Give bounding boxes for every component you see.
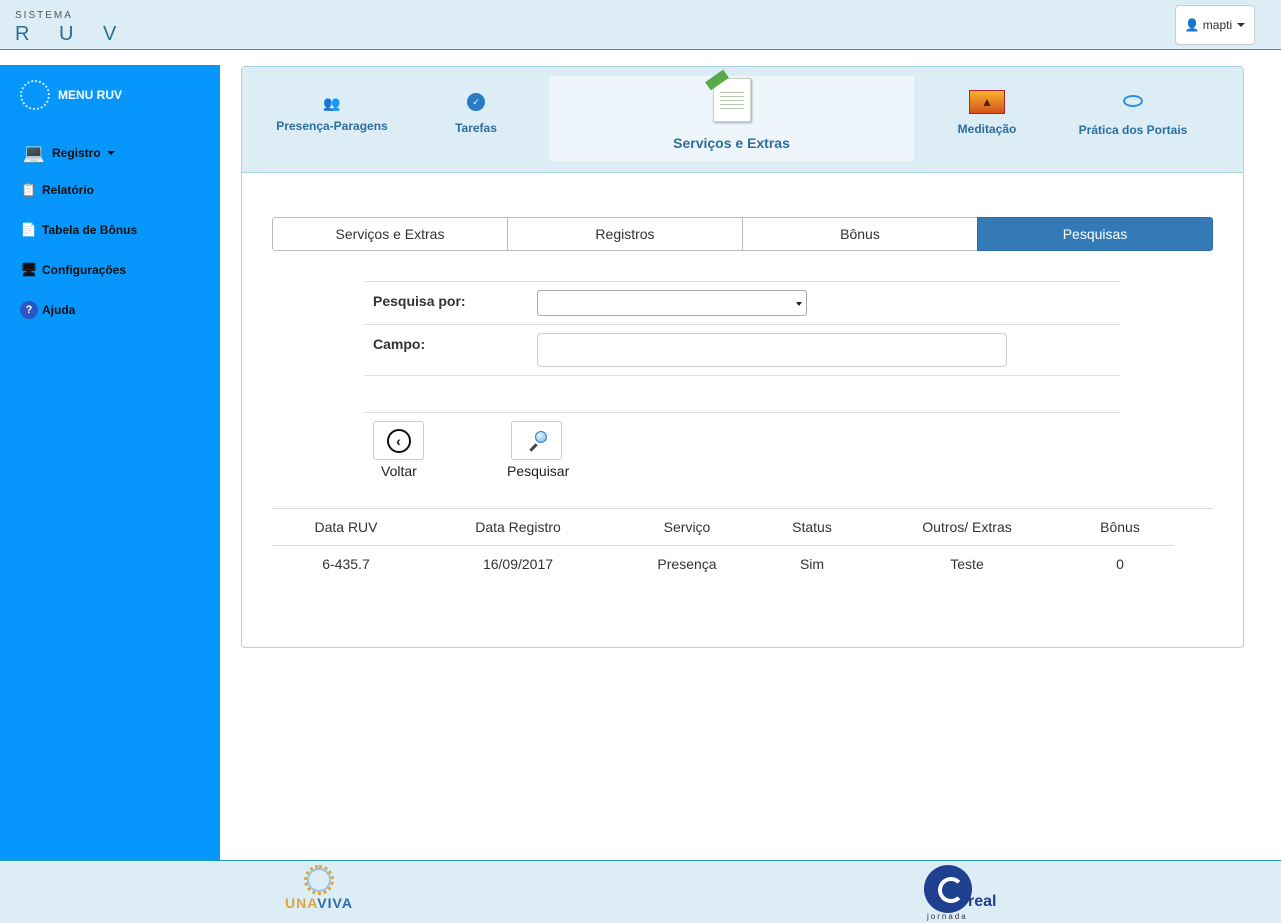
table-divider: [272, 508, 1213, 509]
system-label: SISTEMA: [15, 10, 73, 21]
table-header-divider: [272, 545, 1174, 546]
help-icon: ?: [20, 301, 38, 319]
divider: [365, 324, 1120, 325]
cell-status: Sim: [799, 556, 825, 572]
settings-icon: 🖥: [20, 262, 38, 277]
tab-bonus[interactable]: Bônus: [742, 217, 978, 251]
footer: UNAVIVA real jornada: [0, 860, 1281, 923]
back-button[interactable]: ‹: [373, 421, 424, 460]
back-label: Voltar: [381, 463, 417, 479]
user-name: mapti: [1202, 18, 1233, 32]
chevron-left-icon: ‹: [386, 428, 411, 453]
people-icon: 👥: [323, 95, 341, 111]
col-outros-extras: Outros/ Extras: [922, 519, 1012, 535]
module-nav: 👥 Presença-Paragens ✓ Tarefas Serviços e…: [242, 67, 1243, 173]
search-label: Pesquisar: [507, 463, 570, 479]
chevron-down-icon: [796, 302, 802, 306]
sidebar-item-registro[interactable]: 💻 Registro: [20, 139, 115, 167]
divider: [365, 412, 1120, 413]
nav-tarefas[interactable]: ✓ Tarefas: [436, 93, 516, 135]
divider: [365, 281, 1120, 282]
search-by-label: Pesquisa por:: [373, 293, 466, 309]
ruv-logo-icon: [20, 80, 50, 110]
field-input[interactable]: [537, 333, 1007, 367]
portal-icon: [1123, 95, 1143, 107]
logo-text-real: real: [968, 893, 997, 910]
search-icon: [527, 430, 547, 452]
tasks-icon: ✓: [467, 93, 485, 111]
tab-registros[interactable]: Registros: [507, 217, 743, 251]
nav-pratica-portais[interactable]: Prática dos Portais: [1068, 95, 1198, 137]
sidebar-item-configuracoes[interactable]: 🖥 Configurações: [20, 261, 126, 279]
document-icon: [704, 69, 751, 122]
sidebar-item-label: Configurações: [42, 263, 127, 277]
swirl-icon: [924, 865, 972, 913]
content-tabs: Serviços e Extras Registros Bônus Pesqui…: [272, 217, 1213, 251]
col-data-registro: Data Registro: [475, 519, 561, 535]
cell-bonus: 0: [1116, 556, 1124, 572]
user-computer-icon: 💻: [22, 142, 46, 163]
sidebar-item-ajuda[interactable]: ? Ajuda: [20, 301, 75, 319]
sidebar-header: MENU RUV: [20, 80, 122, 110]
logo-text-una: UNA: [285, 895, 318, 911]
sidebar-item-label: Registro: [52, 146, 101, 160]
search-button[interactable]: [511, 421, 562, 460]
cell-data-ruv: 6-435.7: [322, 556, 370, 572]
chevron-down-icon: [1237, 23, 1246, 27]
cell-data-registro: 16/09/2017: [482, 556, 554, 572]
bonus-table-icon: 📄: [20, 222, 38, 237]
sidebar-item-label: Tabela de Bônus: [42, 223, 138, 237]
sidebar-item-label: Relatório: [42, 183, 95, 197]
field-label: Campo:: [373, 336, 426, 352]
meditation-icon: ▲: [969, 90, 1005, 114]
unaviva-ring-icon: [303, 865, 334, 895]
nav-meditacao[interactable]: ▲ Meditação: [947, 90, 1027, 136]
col-status: Status: [792, 519, 832, 535]
tab-pesquisas[interactable]: Pesquisas: [977, 217, 1213, 251]
top-bar: SISTEMA R U V 👤 mapti: [0, 0, 1281, 50]
sidebar-item-label: Ajuda: [42, 303, 76, 317]
nav-presenca-paragens[interactable]: 👥 Presença-Paragens: [272, 95, 392, 133]
logo-text-viva: VIVA: [317, 895, 353, 911]
sidebar-item-tabela-bonus[interactable]: 📄 Tabela de Bônus: [20, 221, 137, 239]
sidebar: MENU RUV 💻 Registro 📋 Relatório 📄 Tabela…: [0, 65, 220, 860]
unaviva-logo: UNAVIVA: [285, 865, 353, 911]
user-icon: 👤: [1184, 18, 1200, 32]
nav-servicos-extras[interactable]: Serviços e Extras: [549, 69, 914, 161]
sidebar-item-relatorio[interactable]: 📋 Relatório: [20, 181, 94, 199]
divider: [365, 375, 1120, 376]
user-menu-button[interactable]: 👤 mapti: [1175, 5, 1255, 45]
jornada-real-logo: real jornada: [924, 863, 1004, 921]
app-title: R U V: [15, 23, 129, 45]
col-data-ruv: Data RUV: [314, 519, 378, 535]
main-panel: 👥 Presença-Paragens ✓ Tarefas Serviços e…: [241, 66, 1244, 648]
col-bonus: Bônus: [1100, 519, 1140, 535]
search-by-select[interactable]: [537, 290, 807, 316]
tab-servicos-extras[interactable]: Serviços e Extras: [272, 217, 508, 251]
menu-title: MENU RUV: [58, 88, 123, 102]
cell-outros-extras: Teste: [950, 556, 984, 572]
report-icon: 📋: [20, 182, 38, 197]
chevron-down-icon: [106, 151, 115, 155]
logo-text-jornada: jornada: [927, 912, 968, 921]
